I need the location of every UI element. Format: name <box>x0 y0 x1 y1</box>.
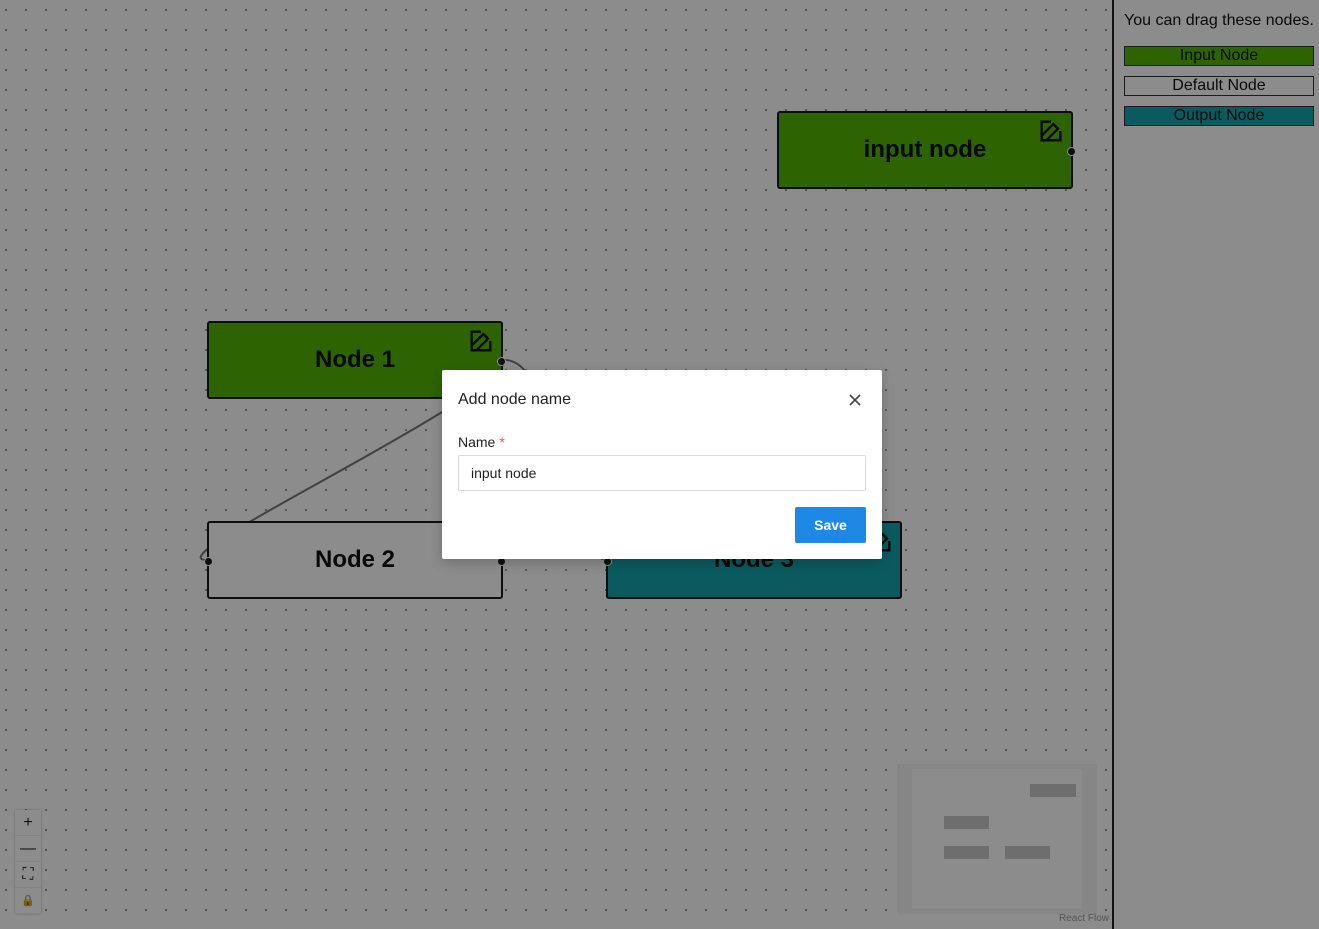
name-input[interactable] <box>458 455 866 491</box>
name-label-text: Name <box>458 434 496 450</box>
required-mark: * <box>499 434 505 450</box>
save-button[interactable]: Save <box>795 507 866 543</box>
close-icon[interactable] <box>846 391 864 409</box>
name-field-label: Name * <box>458 434 505 450</box>
add-node-name-dialog: Add node name Name* Save <box>442 370 882 559</box>
dialog-title: Add node name <box>458 391 571 408</box>
